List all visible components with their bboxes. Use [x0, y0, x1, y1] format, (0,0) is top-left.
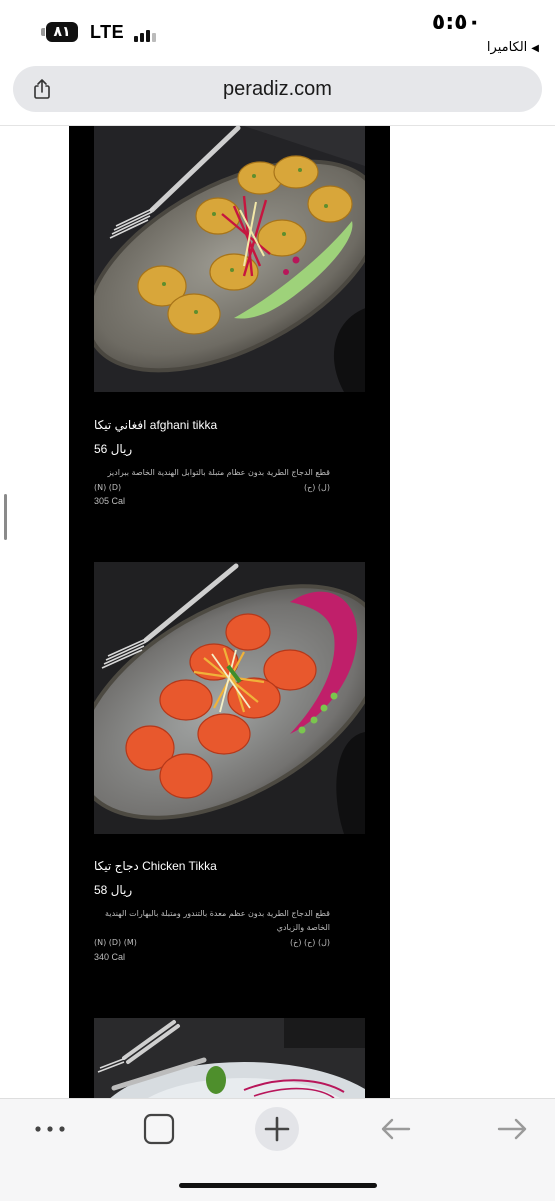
url-text[interactable]: peradiz.com — [13, 78, 542, 101]
menu-column: افغاني تيكا afghani tikka ريال 56 قطع ال… — [69, 126, 390, 1098]
dish-description: قطع الدجاج الطرية بدون عظم معدة بالتندور… — [105, 909, 330, 932]
back-app-label: الكاميرا — [486, 40, 528, 55]
tabs-button[interactable] — [134, 1107, 184, 1151]
dish-photo-next-item — [94, 1018, 365, 1098]
status-time: ٥:٥٠ — [431, 10, 481, 35]
battery-tip — [41, 28, 45, 36]
address-bar[interactable]: peradiz.com — [13, 66, 542, 112]
forward-button[interactable] — [488, 1107, 538, 1151]
dish-photo-afghani-tikka — [94, 126, 365, 392]
dish-calories: 305 Cal — [94, 496, 126, 506]
more-button[interactable] — [25, 1107, 75, 1151]
dish-photo-chicken-tikka — [94, 562, 365, 834]
allergens-en: (N) (D) — [94, 483, 122, 492]
back-button[interactable] — [370, 1107, 420, 1151]
signal-strength-icon — [134, 26, 158, 42]
allergens-ar: (ل) (ح) (خ) — [290, 938, 330, 947]
dish-description: قطع الدجاج الطرية بدون عظام متبلة بالتوا… — [107, 468, 331, 477]
new-tab-button[interactable] — [252, 1107, 302, 1151]
back-to-app-link[interactable]: ◀الكاميرا — [487, 40, 539, 55]
back-triangle-icon: ◀ — [531, 43, 539, 54]
scroll-handle[interactable] — [4, 494, 7, 540]
network-type: LTE — [90, 22, 125, 42]
battery-indicator: ٨١ — [46, 22, 78, 42]
dish-price: ريال 56 — [94, 442, 133, 456]
home-indicator[interactable] — [179, 1183, 377, 1188]
allergens-en: (N) (D) (M) — [94, 938, 137, 947]
dish-calories: 340 Cal — [94, 952, 126, 962]
allergens-ar: (ل) (ح) — [303, 483, 330, 492]
dish-title: دجاج تيكا Chicken Tikka — [94, 859, 217, 873]
forward-arrow-icon — [497, 1118, 527, 1140]
dish-title: افغاني تيكا afghani tikka — [94, 418, 218, 432]
back-arrow-icon — [381, 1118, 411, 1140]
more-icon — [35, 1126, 65, 1132]
status-bar: ٨١ LTE ٥:٥٠ ◀الكاميرا — [0, 0, 555, 62]
plus-icon — [255, 1107, 299, 1151]
tabs-icon — [143, 1113, 175, 1145]
dish-price: ريال 58 — [94, 883, 133, 897]
